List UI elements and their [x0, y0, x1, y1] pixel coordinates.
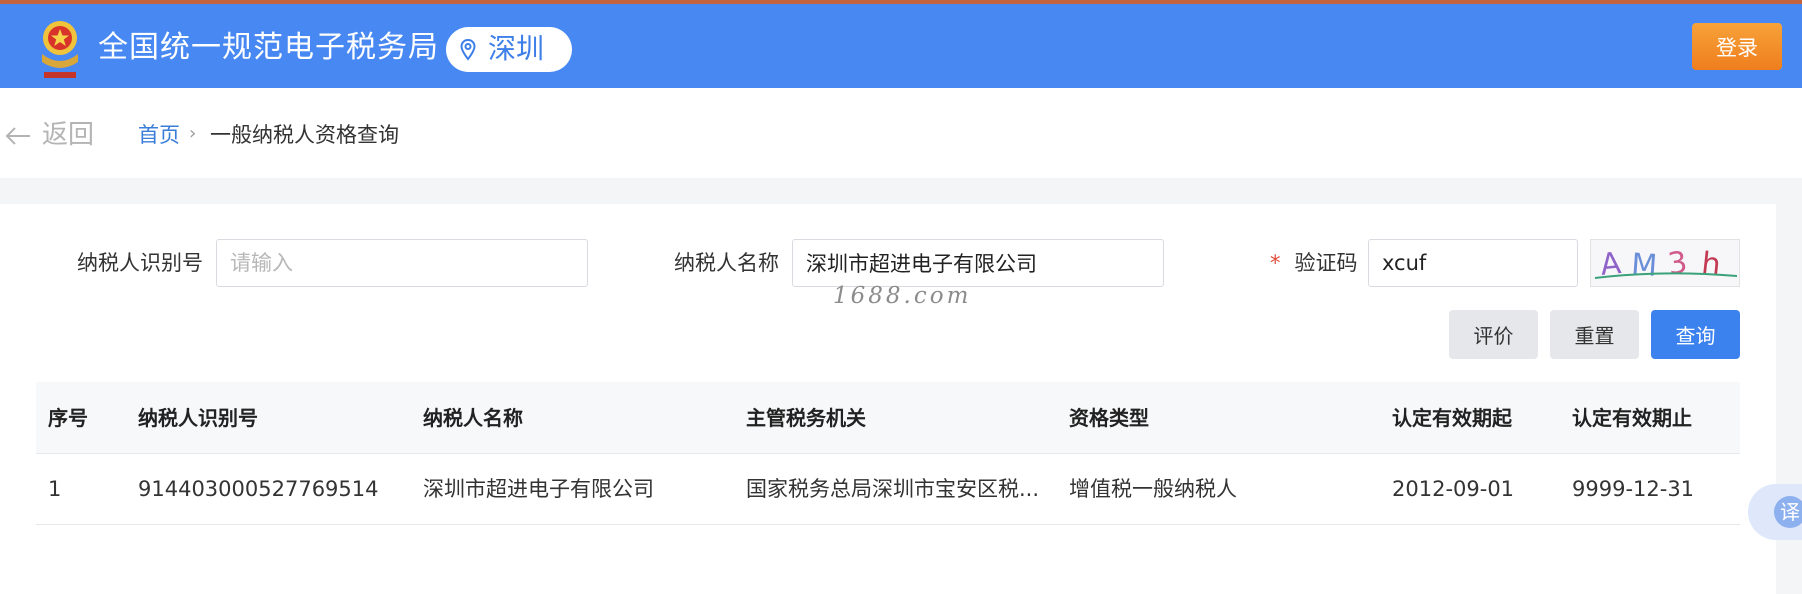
reset-button[interactable]: 重置 [1550, 310, 1639, 359]
captcha-graphic: A M 3 h [1594, 245, 1738, 284]
column-header-taxpayer-name: 纳税人名称 [423, 406, 523, 430]
captcha-char: M [1630, 247, 1658, 284]
taxpayer-id-label: 纳税人识别号 [77, 251, 203, 275]
back-button[interactable]: 返回 [4, 117, 94, 153]
arrow-left-icon [5, 126, 30, 145]
tax-emblem-icon [42, 21, 78, 78]
column-header-index: 序号 [48, 406, 88, 430]
breadcrumb-bar: 返回 首页 › 一般纳税人资格查询 [0, 88, 1802, 178]
city-name: 深圳 [488, 32, 545, 65]
breadcrumb-separator: › [189, 123, 197, 144]
captcha-label: 验证码 [1294, 251, 1358, 275]
cell-taxpayer-name: 深圳市超进电子有限公司 [423, 477, 654, 501]
column-header-qualification-type: 资格类型 [1069, 406, 1149, 430]
cell-index: 1 [48, 477, 62, 501]
cell-taxpayer-id: 914403000527769514 [138, 477, 379, 501]
column-header-valid-from: 认定有效期起 [1392, 406, 1512, 430]
breadcrumb-home-link[interactable]: 首页 [138, 120, 180, 150]
city-selector[interactable]: 深圳 [446, 27, 572, 72]
watermark-text: 1688.com [833, 283, 972, 309]
back-label: 返回 [42, 120, 95, 150]
results-table: 序号 纳税人识别号 纳税人名称 主管税务机关 资格类型 认定有效期起 认定有效期… [36, 382, 1740, 525]
header-bar: 全国统一规范电子税务局 深圳 登录 [0, 4, 1802, 88]
query-button[interactable]: 查询 [1651, 310, 1740, 359]
taxpayer-name-label: 纳税人名称 [674, 251, 779, 275]
column-header-valid-to: 认定有效期止 [1572, 406, 1692, 430]
column-header-tax-authority: 主管税务机关 [746, 406, 866, 430]
section-divider [0, 178, 1802, 204]
translate-icon: 译 [1774, 496, 1802, 528]
cell-valid-to: 9999-12-31 [1572, 477, 1695, 501]
map-pin-icon [460, 39, 476, 61]
breadcrumb-current-page: 一般纳税人资格查询 [210, 123, 399, 147]
captcha-char: 3 [1666, 245, 1690, 282]
translate-button[interactable]: 译 [1748, 484, 1802, 540]
required-mark: * [1270, 251, 1281, 275]
captcha-image[interactable]: A M 3 h [1590, 239, 1740, 287]
cell-valid-from: 2012-09-01 [1392, 477, 1515, 501]
taxpayer-id-input[interactable] [216, 239, 588, 287]
column-header-taxpayer-id: 纳税人识别号 [138, 406, 258, 430]
brand-title: 全国统一规范电子税务局 [98, 30, 439, 65]
taxpayer-name-input[interactable] [792, 239, 1164, 287]
cell-tax-authority: 国家税务总局深圳市宝安区税... [746, 477, 1040, 501]
evaluate-button[interactable]: 评价 [1449, 310, 1538, 359]
table-header-row: 序号 纳税人识别号 纳税人名称 主管税务机关 资格类型 认定有效期起 认定有效期… [36, 382, 1740, 454]
captcha-char: h [1700, 246, 1723, 283]
table-row[interactable]: 1 914403000527769514 深圳市超进电子有限公司 国家税务总局深… [36, 454, 1740, 525]
login-button[interactable]: 登录 [1692, 23, 1782, 70]
cell-qualification-type: 增值税一般纳税人 [1069, 477, 1237, 501]
captcha-input[interactable] [1368, 239, 1578, 287]
captcha-label-wrap: * 验证码 [1270, 248, 1358, 278]
